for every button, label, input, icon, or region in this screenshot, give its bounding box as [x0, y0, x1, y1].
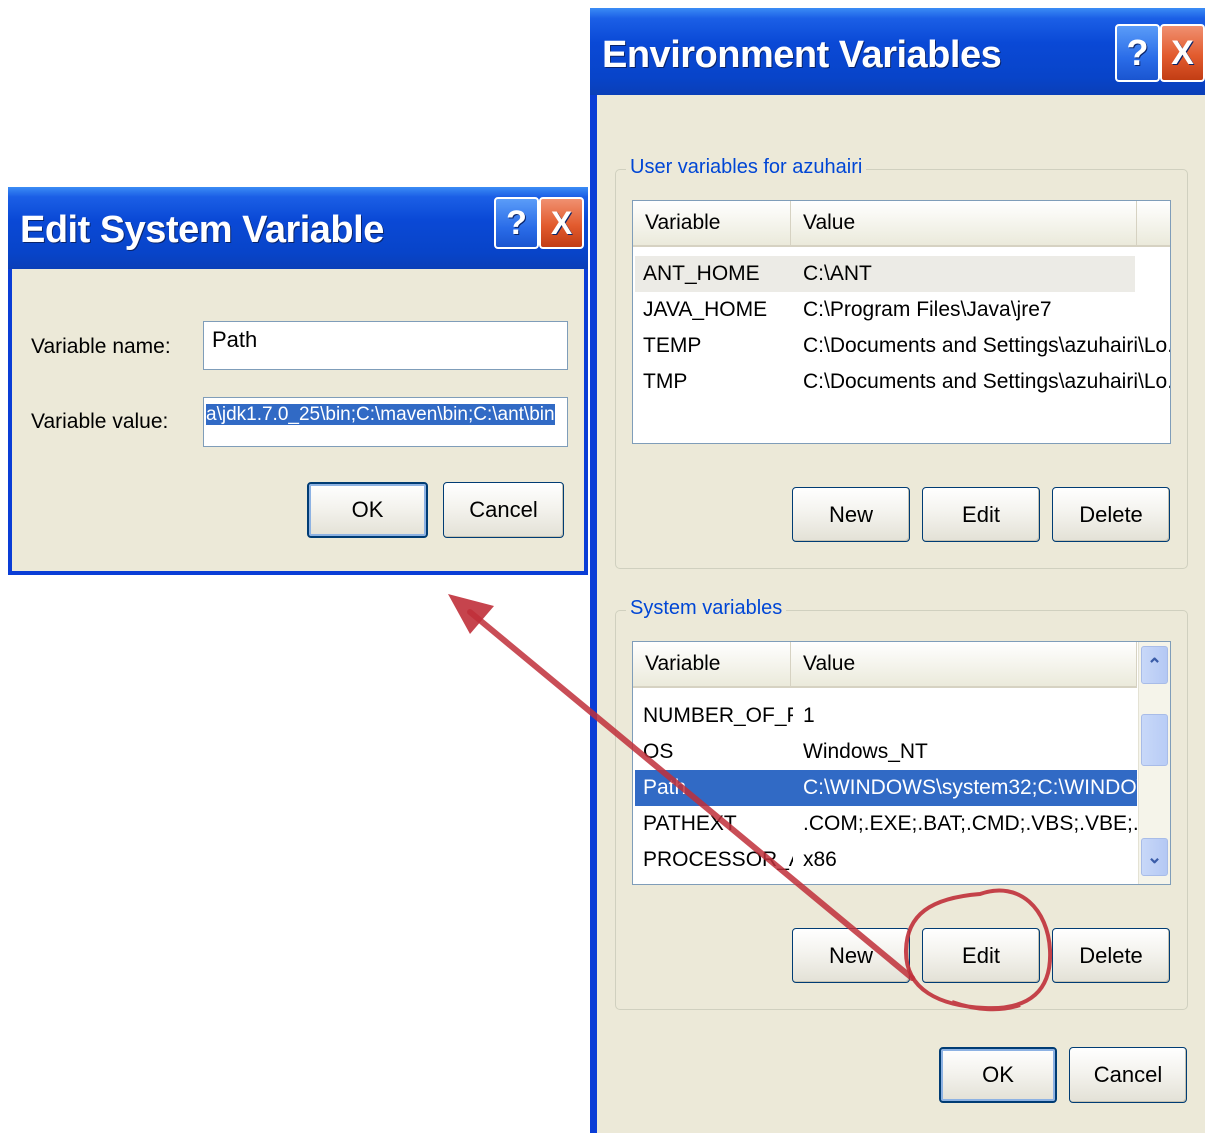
list-item[interactable]: TEMP C:\Documents and Settings\azuhairi\… [635, 328, 1170, 364]
chevron-down-icon[interactable]: ⌄ [1141, 838, 1168, 876]
variable-cell: JAVA_HOME [643, 298, 768, 321]
list-item[interactable]: PROCESSOR_A... x86 [635, 842, 1137, 878]
user-variables-legend: User variables for azuhairi [626, 156, 867, 179]
edit-system-variable-window: Edit System Variable ? X Variable name: … [8, 187, 588, 575]
list-item[interactable]: ANT_HOME C:\ANT [635, 256, 1135, 292]
list-item[interactable]: TMP C:\Documents and Settings\azuhairi\L… [635, 364, 1170, 400]
variable-cell: PROCESSOR_A... [643, 848, 793, 871]
value-cell: 1 [803, 704, 815, 727]
value-cell: C:\ANT [803, 262, 872, 285]
help-icon[interactable]: ? [1115, 24, 1160, 82]
list-item[interactable]: JAVA_HOME C:\Program Files\Java\jre7 [635, 292, 1135, 328]
close-icon[interactable]: X [539, 197, 584, 249]
user-list-header: Variable Value [633, 201, 1170, 247]
variable-value-label: Variable value: [31, 410, 169, 433]
help-icon[interactable]: ? [494, 197, 539, 249]
cancel-button[interactable]: Cancel [443, 482, 564, 538]
system-delete-button[interactable]: Delete [1052, 928, 1170, 983]
variable-cell: PATHEXT [643, 812, 737, 835]
value-cell: C:\Documents and Settings\azuhairi\Lo... [803, 370, 1171, 393]
system-edit-button[interactable]: Edit [922, 928, 1040, 983]
user-delete-button[interactable]: Delete [1052, 487, 1170, 542]
column-header-variable[interactable]: Variable [633, 642, 791, 686]
value-cell: C:\Documents and Settings\azuhairi\Lo... [803, 334, 1171, 357]
value-cell: Windows_NT [803, 740, 928, 763]
environment-variables-window: Environment Variables ? X User variables… [590, 8, 1205, 1133]
variable-cell: TMP [643, 370, 688, 393]
system-new-button[interactable]: New [792, 928, 910, 983]
edit-dialog-title: Edit System Variable [20, 209, 384, 251]
edit-dialog-titlebar[interactable]: Edit System Variable ? X [8, 187, 588, 269]
variable-name-label: Variable name: [31, 335, 171, 358]
env-ok-button[interactable]: OK [939, 1047, 1057, 1103]
user-new-button[interactable]: New [792, 487, 910, 542]
variable-cell: Path [643, 776, 687, 799]
column-header-value[interactable]: Value [791, 201, 1137, 245]
env-cancel-button[interactable]: Cancel [1069, 1047, 1187, 1103]
column-header-value[interactable]: Value [791, 642, 1137, 686]
user-edit-button[interactable]: Edit [922, 487, 1040, 542]
edit-dialog-body: Variable name: Path Variable value: a\jd… [12, 269, 584, 571]
close-icon[interactable]: X [1160, 24, 1205, 82]
variable-cell: TEMP [643, 334, 702, 357]
system-variables-group: System variables Variable Value NUMBER_O… [615, 597, 1188, 1010]
variable-name-field[interactable]: Path [203, 321, 568, 370]
ok-button[interactable]: OK [307, 482, 428, 538]
list-item-selected[interactable]: Path C:\WINDOWS\system32;C:\WINDOWS... [635, 770, 1137, 806]
scrollbar-thumb[interactable] [1141, 714, 1168, 766]
env-dialog-body: User variables for azuhairi Variable Val… [597, 95, 1205, 1133]
variable-name-value: Path [212, 327, 258, 352]
value-cell: C:\Program Files\Java\jre7 [803, 298, 1052, 321]
list-item[interactable]: PATHEXT .COM;.EXE;.BAT;.CMD;.VBS;.VBE;.J… [635, 806, 1137, 842]
chevron-up-icon[interactable]: ⌃ [1141, 646, 1168, 684]
system-list-header: Variable Value [633, 642, 1137, 688]
variable-cell: ANT_HOME [643, 262, 760, 285]
user-variables-list[interactable]: Variable Value ANT_HOME C:\ANT JAVA_HOME… [632, 200, 1171, 444]
value-cell: x86 [803, 848, 837, 871]
variable-value-field[interactable]: a\jdk1.7.0_25\bin;C:\maven\bin;C:\ant\bi… [203, 397, 568, 447]
list-item[interactable]: OS Windows_NT [635, 734, 1137, 770]
variable-cell: OS [643, 740, 674, 763]
system-variables-legend: System variables [626, 597, 787, 620]
value-cell: C:\WINDOWS\system32;C:\WINDOWS... [803, 776, 1137, 799]
column-header-variable[interactable]: Variable [633, 201, 791, 245]
variable-cell: NUMBER_OF_P... [643, 704, 793, 727]
user-variables-group: User variables for azuhairi Variable Val… [615, 156, 1188, 569]
system-variables-list[interactable]: Variable Value NUMBER_OF_P... 1 OS Windo… [632, 641, 1171, 885]
system-list-scrollbar[interactable]: ⌃ ⌄ [1138, 642, 1170, 884]
variable-value-selected-text: a\jdk1.7.0_25\bin;C:\maven\bin;C:\ant\bi… [206, 404, 555, 425]
env-dialog-titlebar[interactable]: Environment Variables ? X [590, 8, 1205, 95]
env-dialog-title: Environment Variables [602, 34, 1002, 76]
list-item[interactable]: NUMBER_OF_P... 1 [635, 698, 1137, 734]
value-cell: .COM;.EXE;.BAT;.CMD;.VBS;.VBE;.JS;.... [803, 812, 1137, 835]
